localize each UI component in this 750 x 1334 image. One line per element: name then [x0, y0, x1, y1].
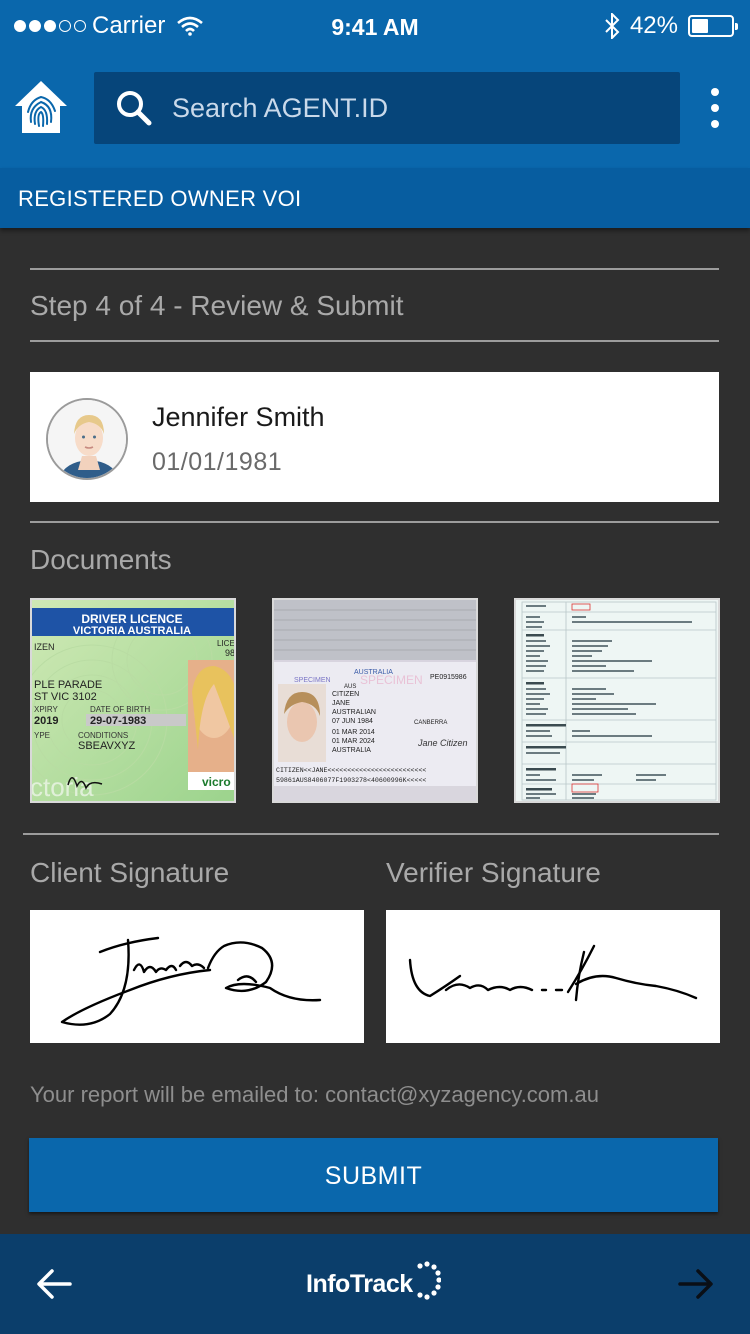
person-card: Jennifer Smith 01/01/1981	[30, 372, 719, 502]
svg-text:CITIZEN: CITIZEN	[332, 691, 359, 698]
logo-dots-icon	[417, 1261, 441, 1300]
search-placeholder: Search AGENT.ID	[172, 92, 389, 123]
licence-title: DRIVER LICENCE	[81, 612, 182, 626]
avatar	[46, 398, 128, 480]
divider	[23, 833, 719, 835]
divider	[30, 340, 719, 342]
step-indicator: Step 4 of 4 - Review & Submit	[30, 290, 404, 321]
divider	[30, 521, 719, 523]
svg-text:IZEN: IZEN	[34, 642, 55, 652]
client-signature-pad[interactable]	[30, 910, 364, 1043]
svg-text:98: 98	[225, 648, 235, 658]
logo-text: InfoTrack	[306, 1269, 413, 1298]
divider	[30, 268, 719, 270]
verifier-signature-label: Verifier Signature	[386, 857, 601, 888]
app-header: Search AGENT.ID	[0, 54, 750, 168]
svg-text:AUSTRALIAN: AUSTRALIAN	[332, 709, 376, 716]
infotrack-logo: InfoTrack	[306, 1258, 441, 1310]
svg-text:01 MAR 2014: 01 MAR 2014	[332, 729, 375, 736]
svg-text:JANE: JANE	[332, 700, 350, 707]
svg-text:Jane Citizen: Jane Citizen	[417, 738, 468, 748]
person-name: Jennifer Smith	[152, 402, 325, 432]
fingerprint-house-icon[interactable]	[12, 78, 70, 136]
battery-icon	[688, 15, 738, 37]
svg-text:SPECIMEN: SPECIMEN	[294, 677, 331, 684]
svg-text:ctoria: ctoria	[32, 772, 94, 802]
svg-text:PLE PARADE: PLE PARADE	[34, 679, 102, 691]
verifier-signature-pad[interactable]	[386, 910, 720, 1043]
person-dob: 01/01/1981	[152, 448, 283, 476]
svg-text:DATE OF BIRTH: DATE OF BIRTH	[90, 705, 150, 714]
svg-text:07 JUN 1984: 07 JUN 1984	[332, 718, 373, 725]
svg-text:CITIZEN<<JANE<<<<<<<<<<<<<<<<<: CITIZEN<<JANE<<<<<<<<<<<<<<<<<<<<<<<<<	[276, 767, 426, 774]
svg-text:vicro: vicro	[202, 775, 231, 789]
passport-thumbnail[interactable]: AUSTRALIA SPECIMEN SPECIMEN PE0915986 AU…	[272, 598, 478, 803]
svg-text:XPIRY: XPIRY	[34, 705, 59, 714]
search-input[interactable]: Search AGENT.ID	[94, 72, 680, 144]
client-signature-label: Client Signature	[30, 857, 230, 888]
svg-text:2019: 2019	[34, 715, 58, 727]
status-bar: Carrier 9:41 AM 42%	[0, 0, 750, 54]
documents-heading: Documents	[30, 544, 172, 575]
driver-licence-thumbnail[interactable]: DRIVER LICENCE VICTORIA AUSTRALIA IZEN L…	[30, 598, 236, 803]
svg-text:PE0915986: PE0915986	[430, 674, 467, 681]
bluetooth-icon	[605, 13, 620, 39]
licence-subtitle: VICTORIA AUSTRALIA	[73, 625, 191, 637]
svg-text:CONDITIONS: CONDITIONS	[78, 731, 128, 740]
svg-text:SPECIMEN: SPECIMEN	[360, 673, 423, 687]
svg-text:CANBERRA: CANBERRA	[414, 720, 447, 726]
svg-text:AUSTRALIA: AUSTRALIA	[332, 747, 371, 754]
email-notice: Your report will be emailed to: contact@…	[30, 1082, 599, 1107]
svg-text:ST VIC 3102: ST VIC 3102	[34, 691, 97, 703]
svg-text:YPE: YPE	[34, 731, 50, 740]
page-subtitle: REGISTERED OWNER VOI	[0, 168, 750, 228]
svg-text:AUS: AUS	[344, 684, 356, 690]
svg-text:29-07-1983: 29-07-1983	[90, 715, 146, 727]
svg-text:SBEAVXYZ: SBEAVXYZ	[78, 740, 136, 752]
svg-text:01 MAR 2024: 01 MAR 2024	[332, 738, 375, 745]
submit-button[interactable]: SUBMIT	[29, 1138, 718, 1212]
bottom-nav: InfoTrack	[0, 1234, 750, 1334]
svg-text:LICE: LICE	[217, 639, 235, 648]
arrow-right-icon[interactable]	[676, 1264, 716, 1304]
svg-text:59861AUS8406077F1903278<406009: 59861AUS8406077F1903278<40600996K<<<<<	[276, 777, 426, 784]
birth-certificate-thumbnail[interactable]	[514, 598, 720, 803]
search-icon	[117, 91, 152, 126]
kebab-icon[interactable]	[708, 88, 722, 128]
battery-percent: 42%	[629, 12, 678, 39]
arrow-left-icon[interactable]	[34, 1264, 74, 1304]
